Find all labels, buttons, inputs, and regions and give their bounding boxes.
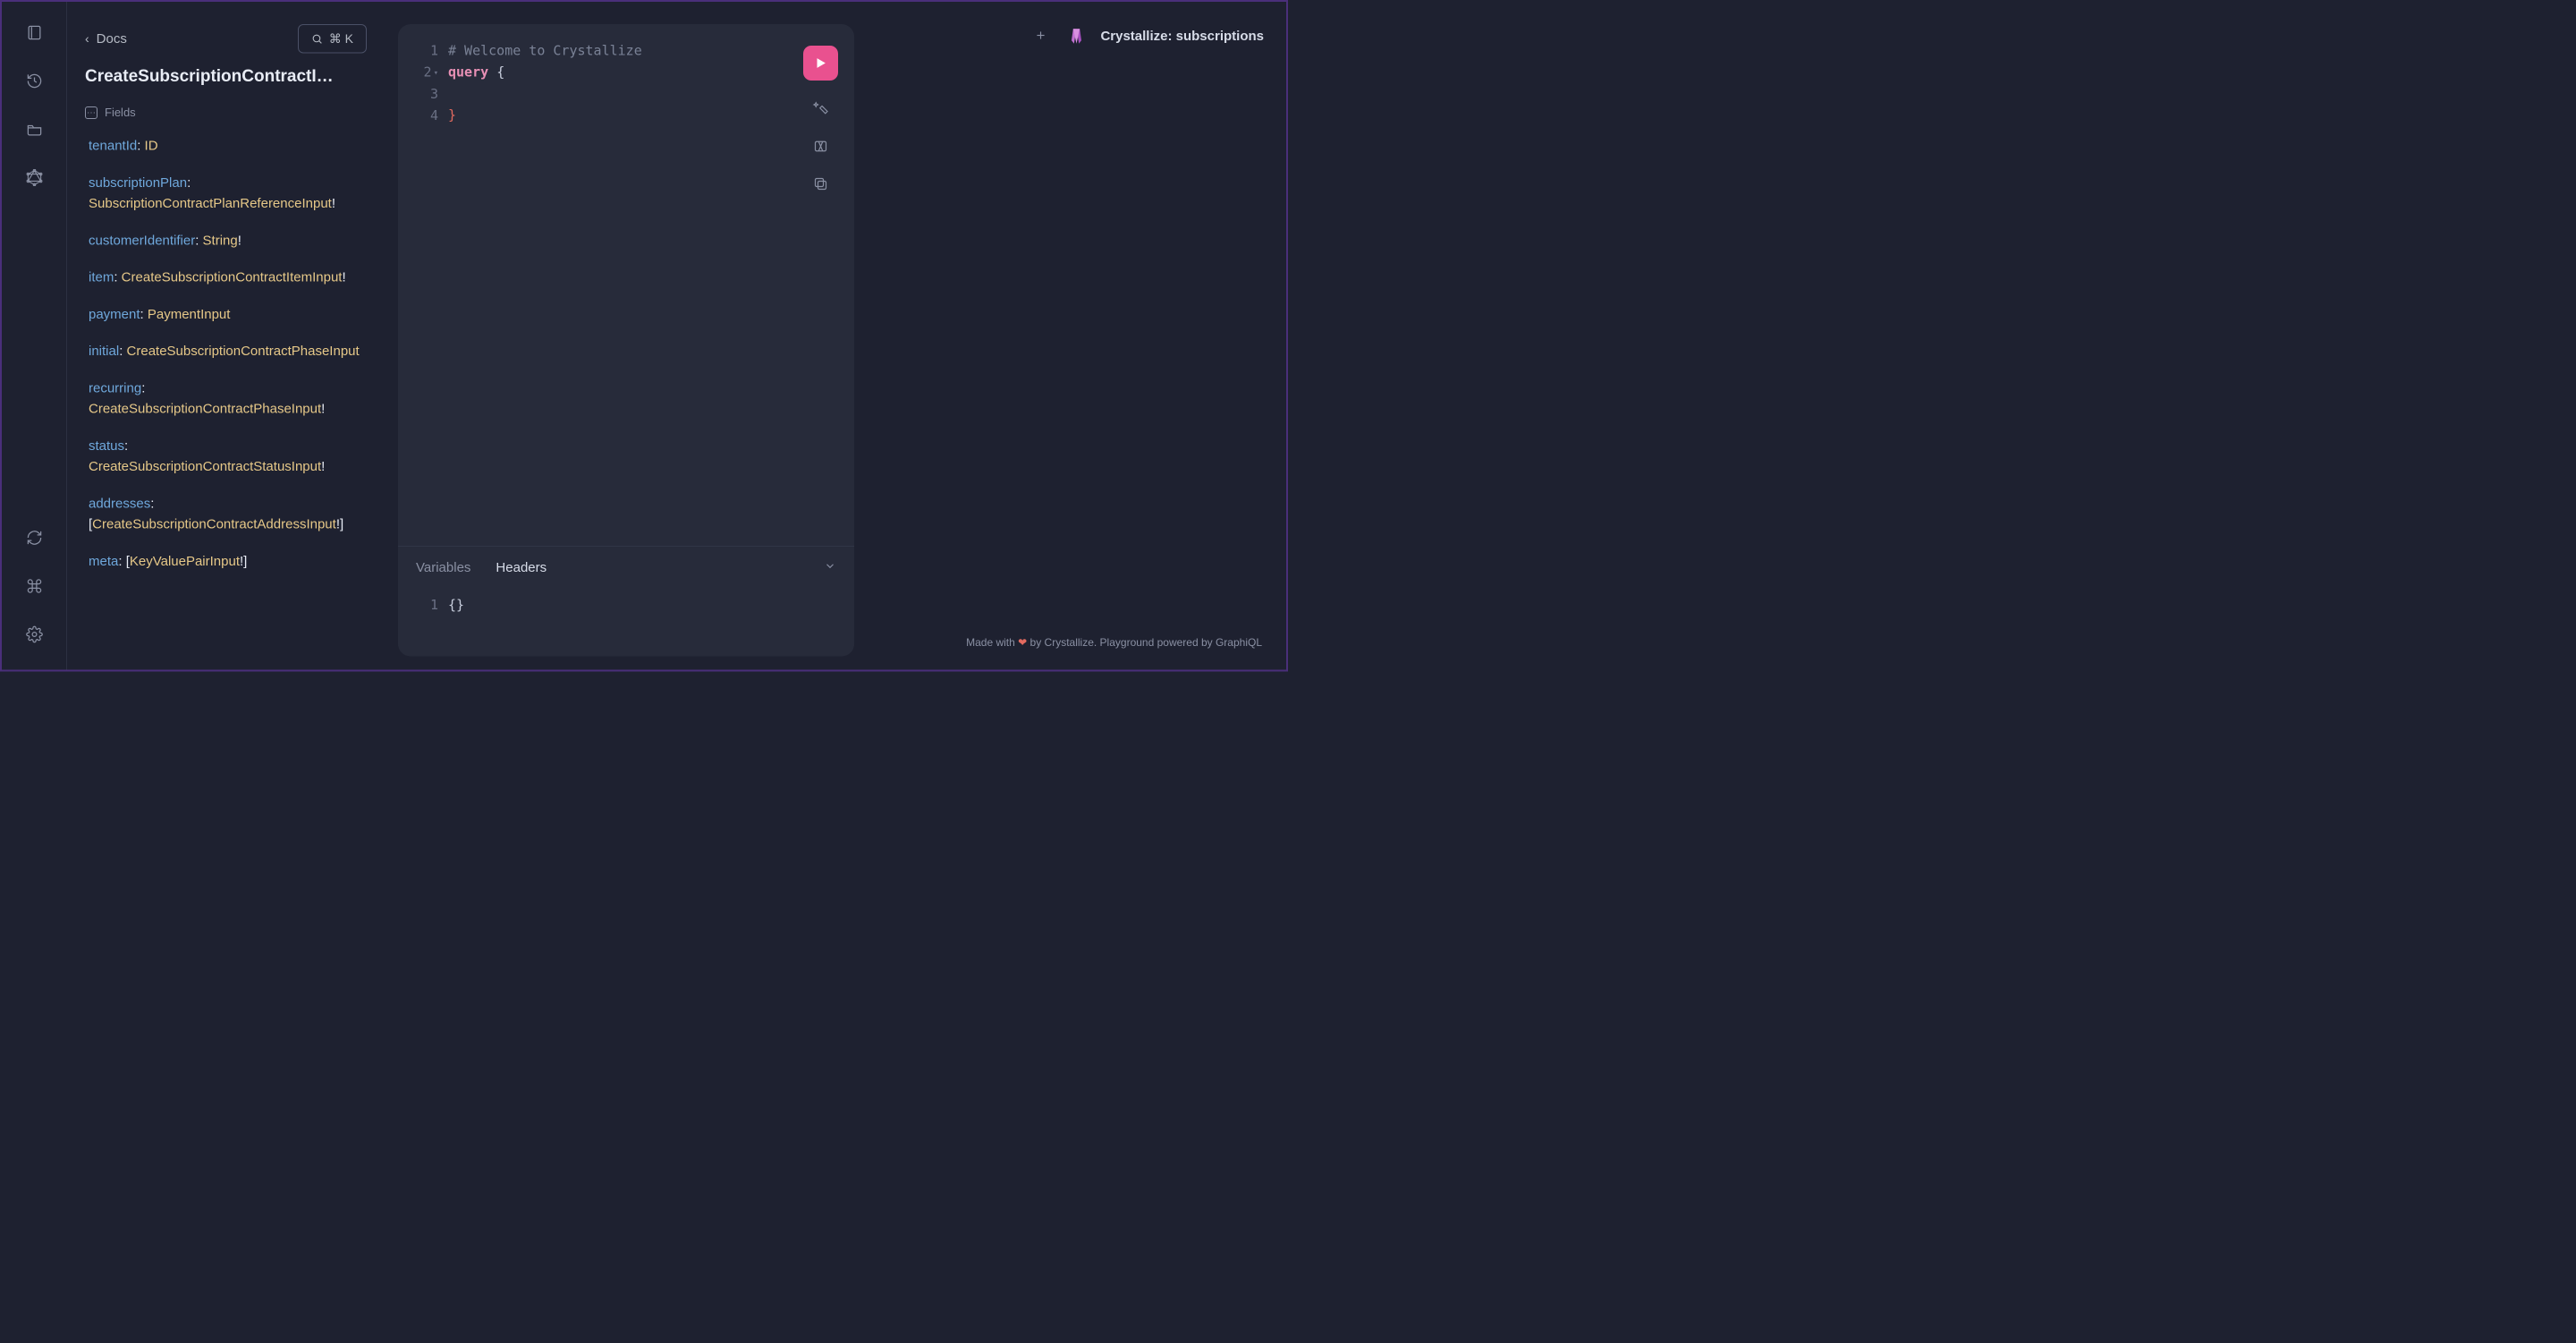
field-row[interactable]: customerIdentifier: String! bbox=[89, 230, 367, 251]
code-brace: } bbox=[448, 107, 456, 123]
code-keyword: query bbox=[448, 64, 488, 81]
field-row[interactable]: initial: CreateSubscriptionContractPhase… bbox=[89, 341, 367, 361]
field-name: addresses bbox=[89, 496, 150, 511]
code-brace: { bbox=[496, 64, 504, 81]
field-name: meta bbox=[89, 554, 118, 569]
field-row[interactable]: item: CreateSubscriptionContractItemInpu… bbox=[89, 268, 367, 288]
field-type[interactable]: CreateSubscriptionContractStatusInput bbox=[89, 459, 321, 474]
gutter-line: 1 bbox=[411, 40, 438, 62]
chevron-left-icon: ‹ bbox=[85, 31, 89, 46]
field-type[interactable]: SubscriptionContractPlanReferenceInput bbox=[89, 196, 332, 211]
docs-back-button[interactable]: ‹ Docs bbox=[85, 31, 127, 47]
footer: Made with ❤ by Crystallize. Playground p… bbox=[863, 629, 1277, 657]
results-header: Crystallize: subscriptions bbox=[863, 24, 1277, 55]
add-tab-button[interactable] bbox=[1029, 24, 1052, 48]
field-row[interactable]: status: CreateSubscriptionContractStatus… bbox=[89, 436, 367, 478]
headers-code[interactable]: {} bbox=[438, 595, 841, 616]
footer-pre: Made with bbox=[966, 637, 1018, 650]
gutter-line: 3 bbox=[411, 83, 438, 105]
field-name: tenantId bbox=[89, 139, 137, 154]
field-type[interactable]: CreateSubscriptionContractAddressInput bbox=[92, 517, 336, 532]
sparkle-icon bbox=[813, 101, 829, 117]
nav-rail bbox=[2, 2, 67, 670]
field-row[interactable]: tenantId: ID bbox=[89, 136, 367, 157]
plus-icon bbox=[1034, 30, 1046, 42]
field-row[interactable]: addresses: [CreateSubscriptionContractAd… bbox=[89, 493, 367, 535]
field-name: status bbox=[89, 438, 124, 454]
tab-variables[interactable]: Variables bbox=[416, 560, 470, 575]
editor-actions bbox=[803, 46, 838, 193]
prettify-button[interactable] bbox=[811, 99, 830, 118]
bottom-panel: Variables Headers 1 {} bbox=[398, 546, 854, 657]
folder-icon[interactable] bbox=[26, 121, 43, 138]
fields-label: Fields bbox=[105, 106, 136, 120]
docs-back-label: Docs bbox=[97, 31, 127, 47]
field-row[interactable]: meta: [KeyValuePairInput!] bbox=[89, 551, 367, 572]
field-name: payment bbox=[89, 307, 140, 322]
gutter-line: 4 bbox=[411, 105, 438, 126]
fields-header: ⋯ Fields bbox=[85, 106, 367, 120]
book-icon[interactable] bbox=[26, 24, 43, 41]
field-row[interactable]: subscriptionPlan: SubscriptionContractPl… bbox=[89, 173, 367, 215]
refresh-icon[interactable] bbox=[26, 530, 43, 547]
heart-icon: ❤ bbox=[1018, 637, 1027, 650]
nav-rail-top bbox=[26, 24, 43, 530]
main-row: 1 2▾ 3 4 # Welcome to Crystallize query … bbox=[398, 24, 1277, 657]
crystallize-logo-icon bbox=[1064, 25, 1088, 48]
field-row[interactable]: recurring: CreateSubscriptionContractPha… bbox=[89, 378, 367, 420]
field-type[interactable]: CreateSubscriptionContractPhaseInput bbox=[127, 344, 360, 359]
editor-card: 1 2▾ 3 4 # Welcome to Crystallize query … bbox=[398, 24, 854, 657]
gutter-line: 2▾ bbox=[411, 62, 438, 83]
search-shortcut: ⌘ K bbox=[329, 31, 353, 47]
gutter-line: 1 bbox=[411, 595, 438, 616]
editor-gutter: 1 2▾ 3 4 bbox=[411, 40, 438, 532]
fields-icon: ⋯ bbox=[85, 106, 97, 119]
headers-editor[interactable]: 1 {} bbox=[398, 582, 854, 657]
editor-code[interactable]: # Welcome to Crystallize query { } bbox=[438, 40, 841, 532]
copy-icon bbox=[813, 176, 829, 192]
copy-button[interactable] bbox=[811, 174, 830, 193]
field-type[interactable]: ID bbox=[145, 139, 158, 154]
field-name: recurring bbox=[89, 380, 141, 395]
nav-rail-bottom bbox=[26, 530, 43, 670]
history-icon[interactable] bbox=[26, 72, 43, 89]
bottom-tabs: Variables Headers bbox=[398, 547, 854, 582]
graphql-icon[interactable] bbox=[26, 169, 43, 186]
gear-icon[interactable] bbox=[26, 626, 43, 643]
headers-value: {} bbox=[448, 598, 464, 614]
field-type[interactable]: PaymentInput bbox=[148, 307, 231, 322]
field-name: item bbox=[89, 270, 114, 285]
field-name: customerIdentifier bbox=[89, 233, 195, 248]
main-column: 1 2▾ 3 4 # Welcome to Crystallize query … bbox=[385, 2, 1286, 670]
play-icon bbox=[814, 56, 828, 71]
app-root: ‹ Docs ⌘ K CreateSubscriptionContractI… … bbox=[2, 2, 1286, 670]
code-comment: # Welcome to Crystallize bbox=[448, 43, 642, 59]
field-type[interactable]: KeyValuePairInput bbox=[130, 554, 240, 569]
field-name: subscriptionPlan bbox=[89, 175, 187, 191]
search-icon bbox=[311, 33, 323, 45]
headers-gutter: 1 bbox=[411, 595, 438, 616]
field-type[interactable]: CreateSubscriptionContractPhaseInput bbox=[89, 402, 321, 417]
search-button[interactable]: ⌘ K bbox=[298, 24, 367, 54]
results-title: Crystallize: subscriptions bbox=[1100, 29, 1264, 44]
chevron-down-icon bbox=[824, 560, 836, 573]
field-row[interactable]: payment: PaymentInput bbox=[89, 304, 367, 325]
results-body bbox=[863, 55, 1277, 629]
docs-panel: ‹ Docs ⌘ K CreateSubscriptionContractI… … bbox=[67, 2, 385, 670]
tab-headers[interactable]: Headers bbox=[496, 560, 547, 575]
results-panel: Crystallize: subscriptions Made with ❤ b… bbox=[863, 24, 1277, 657]
editor-area[interactable]: 1 2▾ 3 4 # Welcome to Crystallize query … bbox=[398, 24, 854, 546]
field-type[interactable]: String bbox=[203, 233, 238, 248]
merge-icon bbox=[813, 139, 829, 155]
docs-title: CreateSubscriptionContractI… bbox=[85, 67, 367, 87]
merge-button[interactable] bbox=[811, 137, 830, 156]
field-type[interactable]: CreateSubscriptionContractItemInput bbox=[122, 270, 343, 285]
collapse-button[interactable] bbox=[824, 560, 836, 576]
run-button[interactable] bbox=[803, 46, 838, 81]
footer-post: by Crystallize. Playground powered by Gr… bbox=[1027, 637, 1262, 650]
field-name: initial bbox=[89, 344, 119, 359]
docs-header: ‹ Docs ⌘ K bbox=[85, 24, 367, 54]
shortcuts-icon[interactable] bbox=[26, 578, 43, 595]
fields-list: tenantId: ID subscriptionPlan: Subscripti… bbox=[85, 136, 367, 573]
